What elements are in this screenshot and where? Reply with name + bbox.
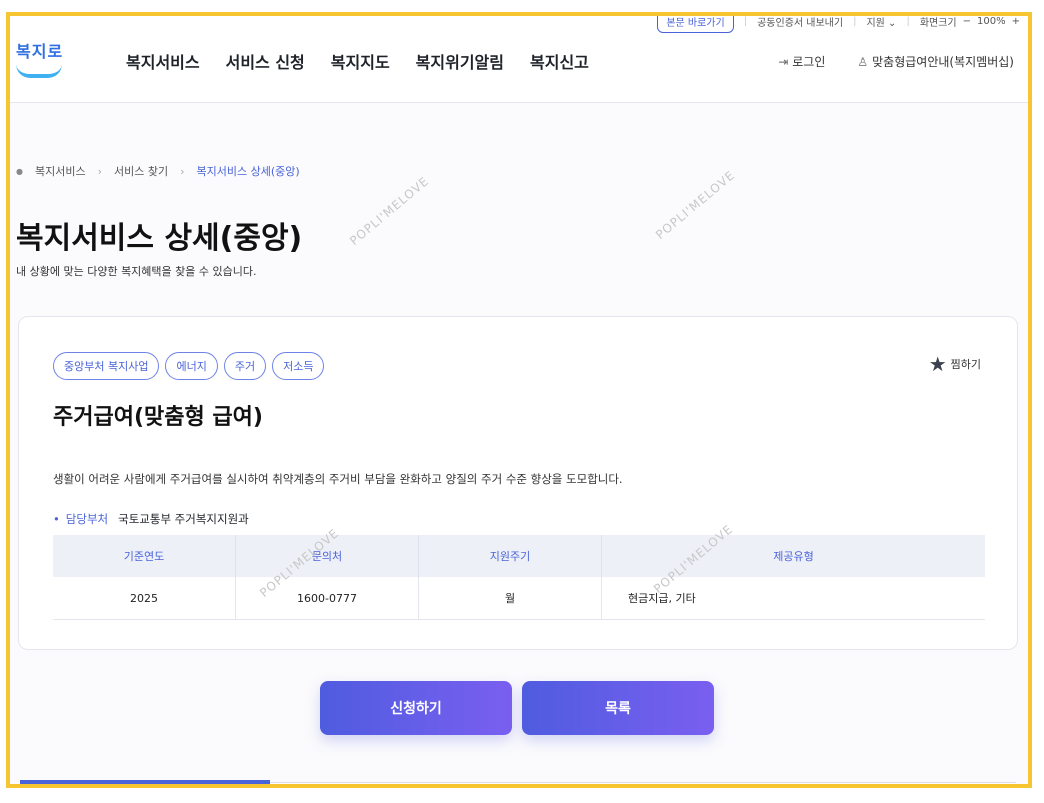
skip-to-content-link[interactable]: 본문 바로가기 — [657, 16, 734, 33]
table-row: 2025 1600-0777 월 현금지급, 기타 — [53, 577, 985, 620]
service-info-table: 기준연도 문의처 지원주기 제공유형 2025 1600-0777 월 현금지급… — [53, 535, 985, 620]
site-logo[interactable]: 복지로 — [16, 38, 68, 78]
zoom-label: 화면크기 — [919, 18, 957, 29]
tag[interactable]: 저소득 — [272, 352, 325, 380]
region-dropdown[interactable]: 지원 ⌄ — [866, 16, 896, 29]
membership-label: 맞춤형급여안내(복지멤버십) — [872, 55, 1014, 69]
favorite-button[interactable]: ★ 찜하기 — [929, 352, 981, 376]
nav-crisis-alert[interactable]: 복지위기알림 — [416, 49, 504, 73]
separator: | — [906, 16, 910, 27]
department-value: 국토교통부 주거복지지원과 — [118, 512, 249, 526]
nav-welfare-report[interactable]: 복지신고 — [530, 49, 589, 73]
nav-service-apply[interactable]: 서비스 신청 — [226, 49, 305, 73]
user-icon: ♙ — [857, 55, 869, 69]
tag-list: 중앙부처 복지사업 에너지 주거 저소득 — [53, 352, 325, 380]
chevron-right-icon: › — [180, 164, 185, 178]
active-tab-indicator — [20, 780, 270, 784]
col-header-cycle: 지원주기 — [418, 535, 602, 577]
separator: | — [743, 16, 748, 27]
page-title: 복지서비스 상세(중앙) — [16, 221, 303, 256]
tag[interactable]: 주거 — [223, 352, 267, 380]
login-link[interactable]: ⇥ 로그인 — [778, 53, 825, 70]
breadcrumb-item[interactable]: 복지서비스 — [35, 163, 86, 179]
department-label: 담당부처 — [53, 511, 108, 527]
cell-year: 2025 — [53, 577, 236, 620]
action-buttons: 신청하기 목록 — [320, 681, 714, 735]
service-card: 중앙부처 복지사업 에너지 주거 저소득 ★ 찜하기 주거급여(맞춤형 급여) … — [18, 316, 1018, 650]
col-header-year: 기준연도 — [53, 535, 236, 577]
department-info: 담당부처 국토교통부 주거복지지원과 — [53, 511, 249, 527]
cell-cycle: 월 — [418, 577, 602, 620]
zoom-value: 100% — [977, 16, 1006, 27]
membership-link[interactable]: ♙ 맞춤형급여안내(복지멤버십) — [857, 53, 1014, 70]
watermark: POPLI'MELOVE — [653, 167, 738, 243]
zoom-control: 화면크기 − 100% + — [920, 16, 1020, 29]
logo-text: 복지로 — [16, 42, 64, 61]
chevron-down-icon: ⌄ — [888, 18, 897, 29]
breadcrumb-item[interactable]: 서비스 찾기 — [114, 163, 168, 179]
region-label: 지원 — [866, 18, 885, 29]
logo-swoosh — [16, 64, 62, 78]
breadcrumb-current: 복지서비스 상세(중앙) — [196, 165, 300, 178]
cert-export-link[interactable]: 공동인증서 내보내기 — [757, 16, 843, 29]
table-header-row: 기준연도 문의처 지원주기 제공유형 — [53, 535, 985, 577]
login-label: 로그인 — [792, 55, 826, 69]
breadcrumb: ● 복지서비스 › 서비스 찾기 › 복지서비스 상세(중앙) — [16, 163, 300, 179]
page: 본문 바로가기 | 공동인증서 내보내기 | 지원 ⌄ | 화면크기 − 100… — [10, 16, 1028, 784]
separator: | — [853, 16, 857, 27]
watermark: POPLI'MELOVE — [347, 173, 432, 249]
zoom-in-button[interactable]: + — [1012, 16, 1020, 27]
chevron-right-icon: › — [97, 164, 102, 178]
nav-welfare-services[interactable]: 복지서비스 — [126, 49, 200, 73]
star-icon: ★ — [928, 352, 947, 376]
service-title: 주거급여(맞춤형 급여) — [53, 405, 263, 430]
utility-bar: 본문 바로가기 | 공동인증서 내보내기 | 지원 ⌄ | 화면크기 − 100… — [657, 16, 1020, 33]
tag[interactable]: 중앙부처 복지사업 — [53, 352, 160, 380]
favorite-label: 찜하기 — [950, 358, 981, 371]
apply-button[interactable]: 신청하기 — [320, 681, 512, 735]
col-header-type: 제공유형 — [601, 535, 985, 577]
zoom-out-button[interactable]: − — [963, 16, 971, 27]
main-nav: 복지서비스 서비스 신청 복지지도 복지위기알림 복지신고 — [126, 49, 589, 73]
login-icon: ⇥ — [778, 55, 789, 69]
page-subtitle: 내 상황에 맞는 다양한 복지혜택을 찾을 수 있습니다. — [16, 265, 257, 278]
service-description: 생활이 어려운 사람에게 주거급여를 실시하여 취약계층의 주거비 부담을 완화… — [53, 472, 623, 486]
header-actions: ⇥ 로그인 ♙ 맞춤형급여안내(복지멤버십) — [778, 53, 1014, 70]
nav-welfare-map[interactable]: 복지지도 — [331, 49, 390, 73]
tag[interactable]: 에너지 — [165, 352, 218, 380]
site-header: 본문 바로가기 | 공동인증서 내보내기 | 지원 ⌄ | 화면크기 − 100… — [10, 16, 1028, 103]
home-dot-icon: ● — [16, 166, 23, 176]
list-button[interactable]: 목록 — [522, 681, 714, 735]
